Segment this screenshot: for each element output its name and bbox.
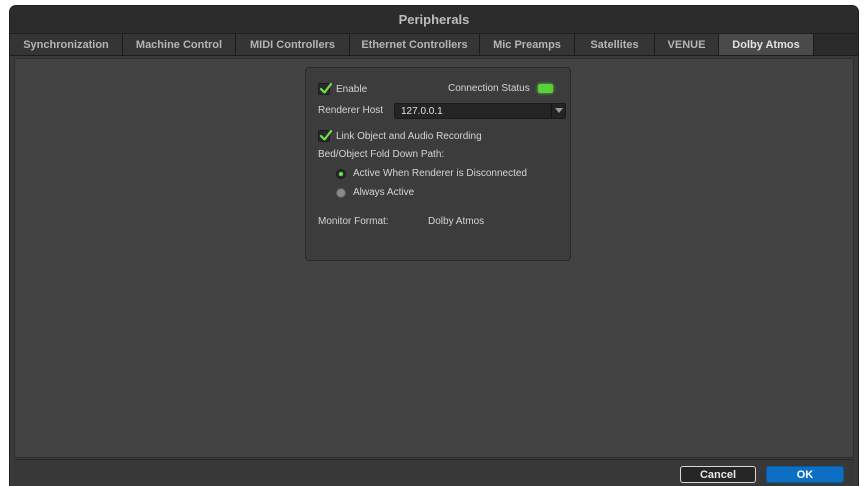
fold-down-row: Bed/Object Fold Down Path: (318, 149, 444, 160)
tab-mic-preamps[interactable]: Mic Preamps (480, 34, 575, 55)
enable-checkbox[interactable] (318, 82, 333, 95)
atmos-settings-panel: Enable Connection Status Renderer Host 1… (305, 67, 571, 261)
radio-button-unselected[interactable] (336, 187, 346, 198)
radio-option-active-disconnected[interactable]: Active When Renderer is Disconnected (336, 168, 527, 179)
renderer-host-label: Renderer Host (318, 105, 384, 116)
tab-venue[interactable]: VENUE (655, 34, 719, 55)
fold-down-label: Bed/Object Fold Down Path: (318, 149, 445, 160)
window-title: Peripherals (398, 12, 470, 27)
radio-button-selected[interactable] (336, 168, 346, 179)
checkmark-icon (319, 82, 333, 94)
monitor-format-value: Dolby Atmos (428, 216, 485, 227)
tab-satellites[interactable]: Satellites (575, 34, 655, 55)
chevron-down-icon[interactable] (551, 104, 565, 118)
tab-bar: Synchronization Machine Control MIDI Con… (10, 34, 858, 56)
connection-status-label: Connection Status (448, 83, 530, 94)
connection-status-row: Connection Status (448, 83, 553, 94)
tab-ethernet-controllers[interactable]: Ethernet Controllers (350, 34, 480, 55)
checkmark-icon (319, 129, 333, 141)
link-row: Link Object and Audio Recording (318, 129, 482, 142)
ok-button[interactable]: OK (766, 466, 844, 483)
renderer-host-field[interactable]: 127.0.0.1 (394, 103, 566, 119)
monitor-format-label: Monitor Format: (318, 216, 389, 227)
enable-row: Enable (318, 82, 368, 95)
dolby-atmos-pane: Enable Connection Status Renderer Host 1… (14, 58, 854, 458)
dialog-footer: Cancel OK (14, 459, 854, 486)
cancel-button[interactable]: Cancel (680, 466, 756, 483)
link-object-audio-checkbox[interactable] (318, 129, 333, 142)
renderer-host-value: 127.0.0.1 (401, 105, 443, 117)
title-bar[interactable]: Peripherals (10, 6, 858, 34)
tab-synchronization[interactable]: Synchronization (10, 34, 123, 55)
radio-label: Always Active (353, 187, 415, 198)
radio-label: Active When Renderer is Disconnected (353, 168, 527, 179)
tab-midi-controllers[interactable]: MIDI Controllers (236, 34, 350, 55)
link-object-audio-label: Link Object and Audio Recording (336, 130, 482, 142)
peripherals-window: Peripherals Synchronization Machine Cont… (10, 6, 858, 486)
radio-option-always-active[interactable]: Always Active (336, 187, 414, 198)
tab-dolby-atmos[interactable]: Dolby Atmos (719, 34, 814, 55)
connection-status-indicator (537, 84, 553, 93)
enable-label: Enable (336, 83, 368, 95)
tab-bar-filler (814, 34, 858, 55)
monitor-format-row: Monitor Format: Dolby Atmos (318, 216, 484, 227)
tab-machine-control[interactable]: Machine Control (123, 34, 236, 55)
renderer-host-row: Renderer Host (318, 105, 383, 116)
